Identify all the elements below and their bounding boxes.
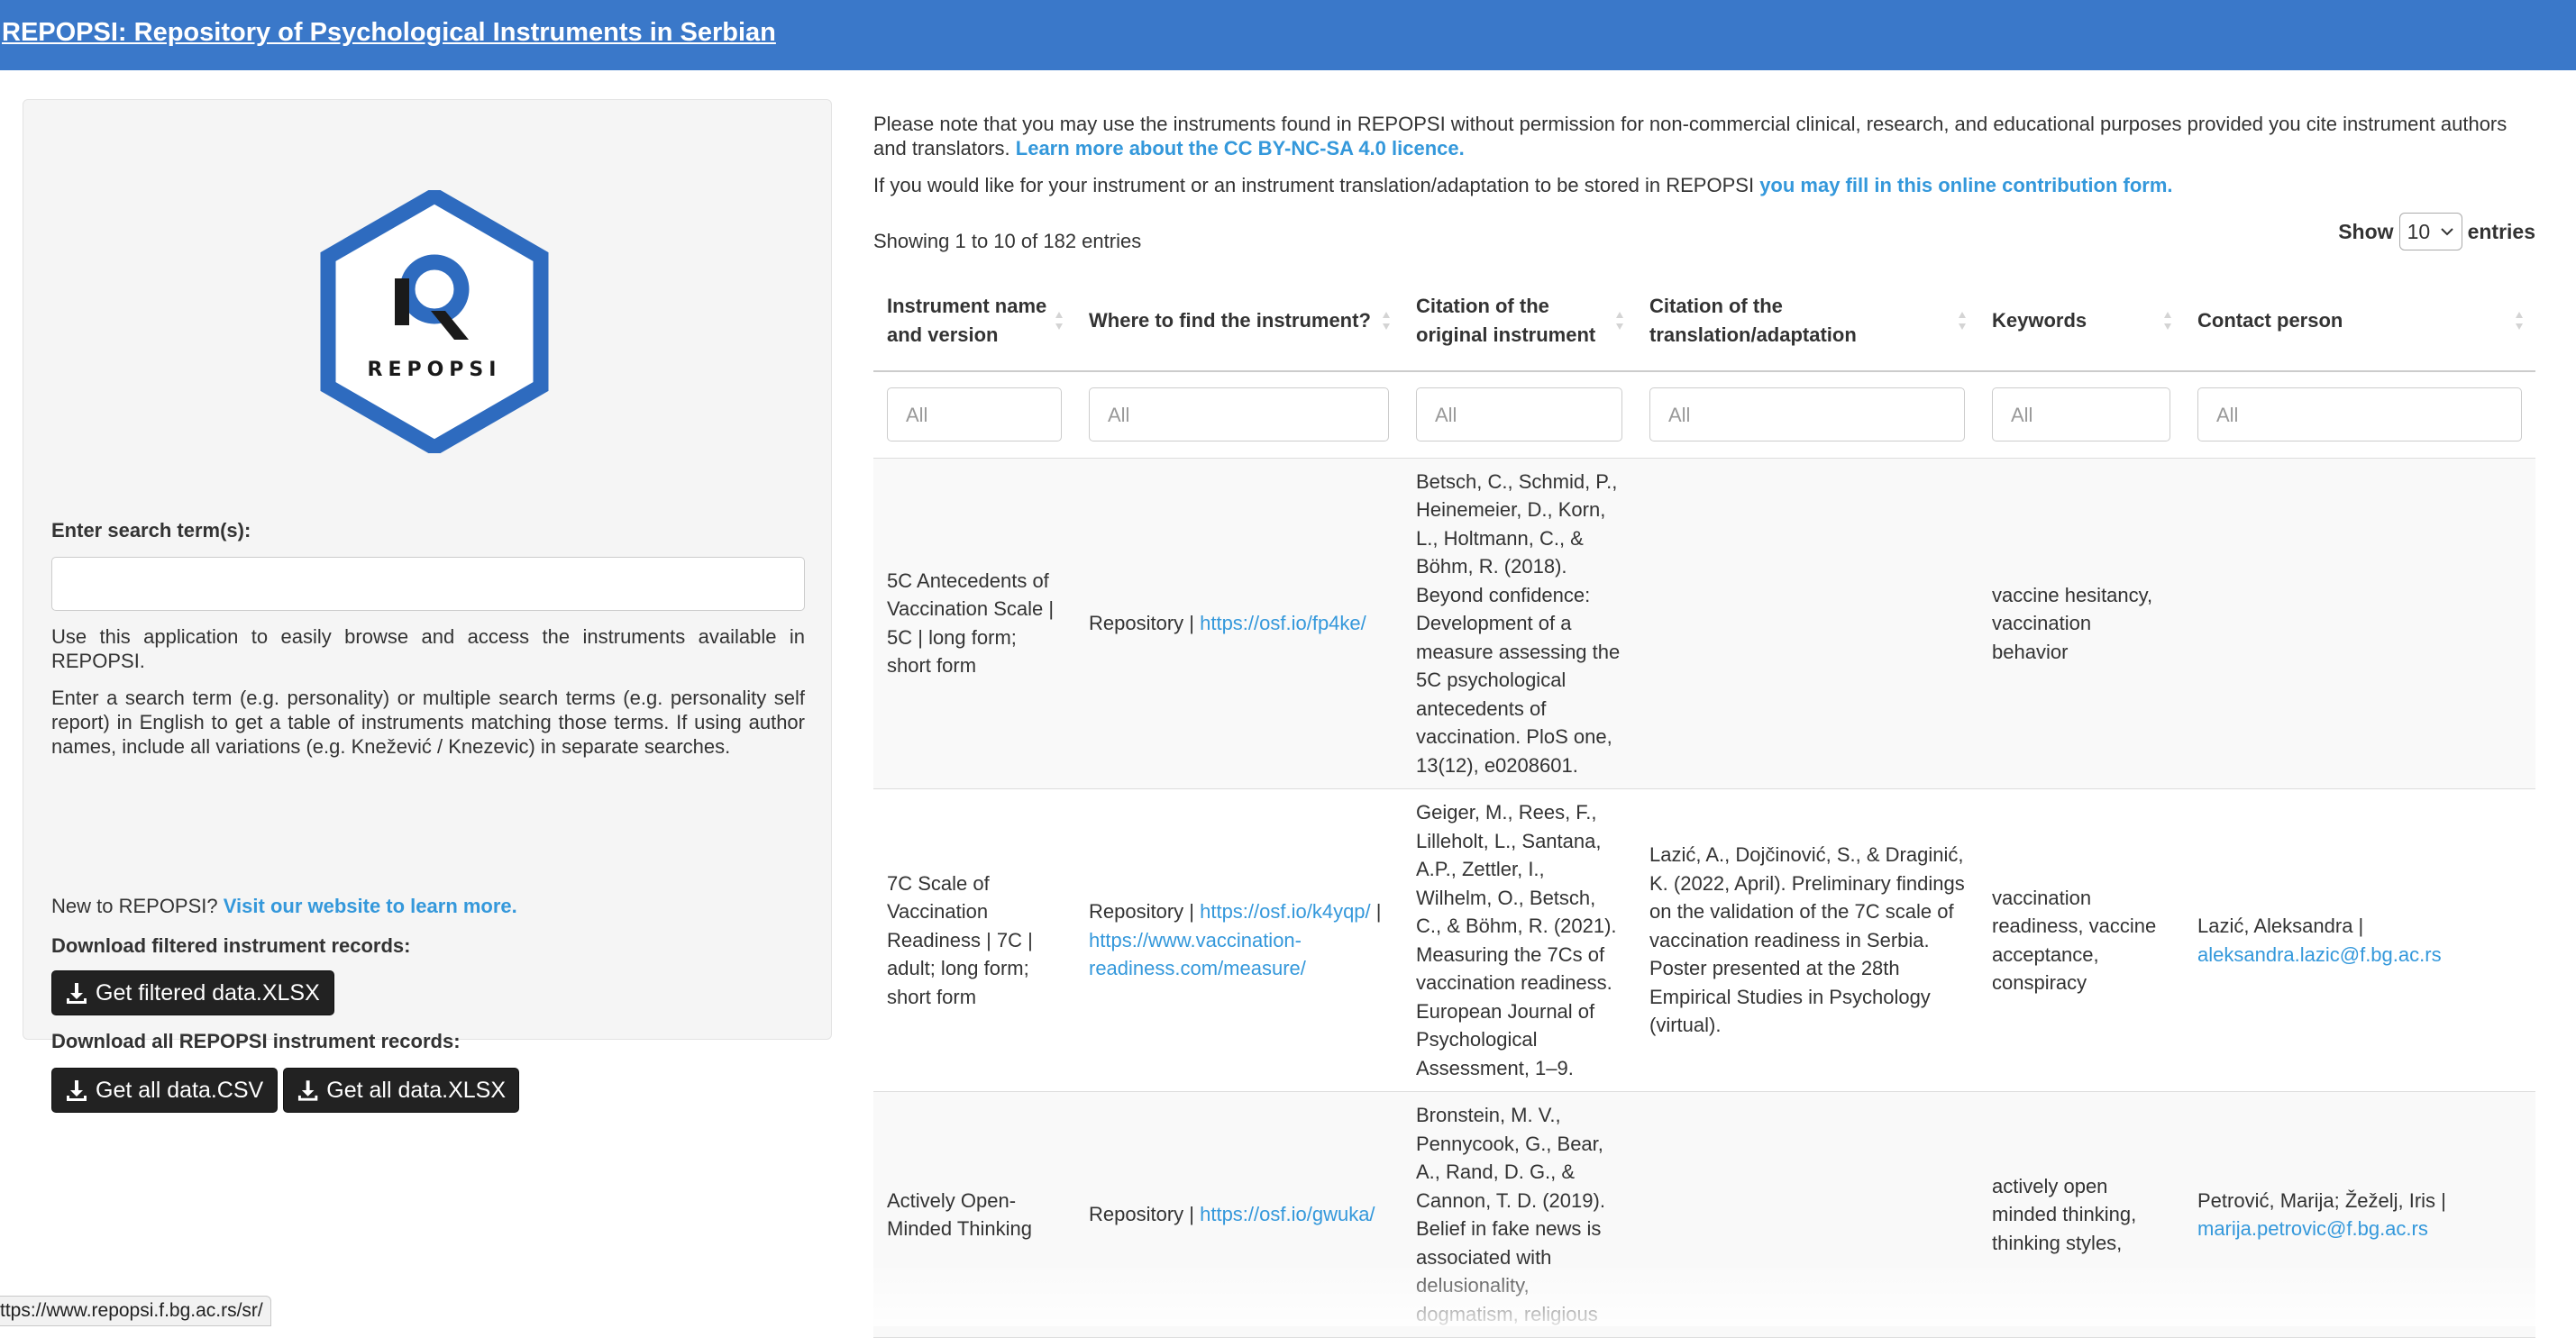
download-all-label: Download all REPOPSI instrument records:: [51, 1030, 461, 1052]
contact-email-link[interactable]: marija.petrovic@f.bg.ac.rs: [2197, 1217, 2428, 1240]
column-header[interactable]: Contact person: [2184, 270, 2535, 372]
cell-translation-citation: Lazić, A., Dojčinović, S., & Draginić, K…: [1636, 788, 1978, 1092]
cell-original-citation: Betsch, C., Schmid, P., Heinemeier, D., …: [1402, 458, 1636, 789]
cell-instrument-name: 5C Antecedents of Vaccination Scale | 5C…: [873, 458, 1075, 789]
help-text-browse: Use this application to easily browse an…: [51, 625, 805, 672]
header-row: Instrument name and version Where to fin…: [873, 270, 2535, 372]
instrument-link[interactable]: https://osf.io/gwuka/: [1200, 1203, 1375, 1225]
get-all-csv-button[interactable]: Get all data.CSV: [51, 1068, 278, 1113]
logo-wordmark: REPOPSI: [368, 359, 502, 381]
column-filter-input[interactable]: All: [887, 387, 1062, 442]
cell-instrument-name: 7C Scale of Vaccination Readiness | 7C |…: [873, 788, 1075, 1092]
sort-icon: [1959, 312, 1966, 330]
table-row: 7C Scale of Vaccination Readiness | 7C |…: [873, 788, 2535, 1092]
page-length-control: Show 10 entries: [2338, 213, 2535, 250]
cell-original-citation: Bronstein, M. V., Pennycook, G., Bear, A…: [1402, 1091, 1636, 1338]
column-header[interactable]: Keywords: [1978, 270, 2184, 372]
cell-instrument-name: Actively Open-Minded Thinking: [873, 1091, 1075, 1338]
sort-icon: [1383, 312, 1390, 330]
contribution-form-link[interactable]: you may fill in this online contribution…: [1759, 174, 2172, 196]
search-label: Enter search term(s):: [51, 519, 251, 542]
get-all-xlsx-label: Get all data.XLSX: [326, 1077, 506, 1103]
sort-icon: [2516, 312, 2523, 330]
length-show-label: Show: [2338, 219, 2394, 243]
cell-keywords: actively open minded thinking, thinking …: [1978, 1091, 2184, 1338]
status-bar-url: ttps://www.repopsi.f.bg.ac.rs/sr/: [0, 1296, 271, 1326]
instrument-link[interactable]: https://osf.io/fp4ke/: [1200, 612, 1366, 634]
cell-contact: Petrović, Marija; Žeželj, Iris | marija.…: [2184, 1091, 2535, 1338]
column-filter-input[interactable]: All: [1089, 387, 1389, 442]
instrument-link[interactable]: https://osf.io/k4yqp/: [1200, 900, 1371, 923]
column-filter-input[interactable]: All: [1649, 387, 1965, 442]
get-filtered-xlsx-button[interactable]: Get filtered data.XLSX: [51, 970, 334, 1015]
contact-email-link[interactable]: aleksandra.lazic@f.bg.ac.rs: [2197, 943, 2442, 966]
column-filter-input[interactable]: All: [1416, 387, 1622, 442]
sort-icon: [1055, 312, 1063, 330]
instruments-table-wrap: Instrument name and version Where to fin…: [873, 270, 2535, 1338]
cell-keywords: vaccine hesitancy, vaccination behavior: [1978, 458, 2184, 789]
download-icon: [67, 983, 87, 1004]
new-to-repopsi-text: New to REPOPSI?: [51, 895, 218, 917]
cell-keywords: vaccination readiness, vaccine acceptanc…: [1978, 788, 2184, 1092]
licence-notice: Please note that you may use the instrum…: [873, 112, 2535, 160]
length-entries-label: entries: [2467, 219, 2535, 243]
download-filtered-label: Download filtered instrument records:: [51, 934, 411, 957]
column-header[interactable]: Where to find the instrument?: [1075, 270, 1402, 372]
get-filtered-xlsx-label: Get filtered data.XLSX: [96, 979, 320, 1006]
new-to-repopsi: New to REPOPSI? Visit our website to lea…: [51, 895, 517, 918]
licence-link[interactable]: Learn more about the CC BY-NC-SA 4.0 lic…: [1016, 137, 1465, 159]
column-header[interactable]: Citation of the original instrument: [1402, 270, 1636, 372]
column-header[interactable]: Citation of the translation/adaptation: [1636, 270, 1978, 372]
contribution-notice-text: If you would like for your instrument or…: [873, 174, 1755, 196]
column-filter-input[interactable]: All: [2197, 387, 2522, 442]
table-row: Actively Open-Minded Thinking Repository…: [873, 1091, 2535, 1338]
cell-contact: Lazić, Aleksandra | aleksandra.lazic@f.b…: [2184, 788, 2535, 1092]
cell-translation-citation: [1636, 1091, 1978, 1338]
cell-original-citation: Geiger, M., Rees, F., Lilleholt, L., San…: [1402, 788, 1636, 1092]
table-info: Showing 1 to 10 of 182 entries: [873, 230, 1142, 252]
table-row: 5C Antecedents of Vaccination Scale | 5C…: [873, 458, 2535, 789]
search-input[interactable]: [51, 557, 805, 611]
contribution-notice: If you would like for your instrument or…: [873, 173, 2535, 197]
instruments-table: Instrument name and version Where to fin…: [873, 270, 2535, 1338]
title-bar: REPOPSI: Repository of Psychological Ins…: [0, 0, 2576, 70]
app-title-link[interactable]: REPOPSI: Repository of Psychological Ins…: [2, 18, 776, 48]
help-text-search: Enter a search term (e.g. personality) o…: [51, 687, 805, 758]
get-all-xlsx-button[interactable]: Get all data.XLSX: [283, 1068, 519, 1113]
column-filter-input[interactable]: All: [1992, 387, 2170, 442]
download-icon: [67, 1080, 87, 1101]
filter-row: All All All All All All: [873, 371, 2535, 459]
cell-contact: [2184, 458, 2535, 789]
column-header[interactable]: Instrument name and version: [873, 270, 1075, 372]
download-icon: [297, 1080, 318, 1101]
page-length-value: 10: [2407, 219, 2431, 243]
sidebar-panel: REPOPSI Enter search term(s): Use this a…: [23, 99, 832, 1113]
instrument-link[interactable]: https://www.vaccination-readiness.com/me…: [1089, 929, 1306, 980]
cell-where-to-find: Repository | https://osf.io/k4yqp/ | htt…: [1075, 788, 1402, 1092]
sort-icon: [1616, 312, 1623, 330]
cell-translation-citation: [1636, 458, 1978, 789]
get-all-csv-label: Get all data.CSV: [96, 1077, 264, 1103]
cell-where-to-find: Repository | https://osf.io/gwuka/: [1075, 1091, 1402, 1338]
repopsi-logo: REPOPSI: [320, 190, 549, 453]
cell-where-to-find: Repository | https://osf.io/fp4ke/: [1075, 458, 1402, 789]
chevron-down-icon: [2440, 228, 2453, 236]
sort-icon: [2164, 312, 2171, 330]
visit-website-link[interactable]: Visit our website to learn more.: [224, 895, 517, 917]
page-length-select[interactable]: 10: [2398, 213, 2462, 250]
